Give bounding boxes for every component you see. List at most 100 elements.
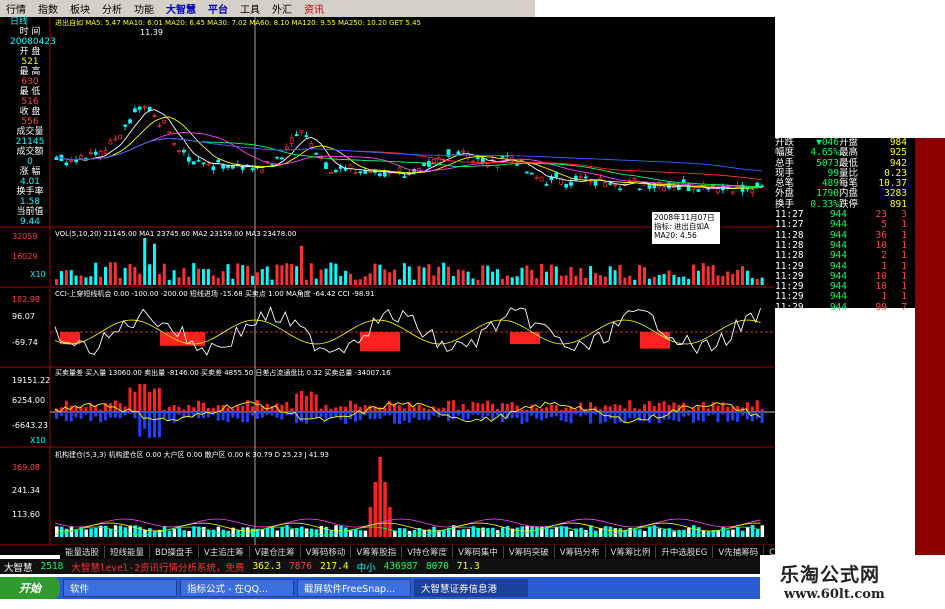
indicator-tab-1[interactable]: 短线能量 <box>105 546 151 558</box>
jg-bar <box>172 529 177 537</box>
jg-bar <box>515 527 520 537</box>
right-scroll-area[interactable] <box>915 138 945 558</box>
candle-body <box>378 173 382 177</box>
indicator-tab-0[interactable]: 能量选股 <box>60 546 106 558</box>
candle-body <box>422 162 426 166</box>
jg-bar <box>300 526 304 537</box>
indicator-tab-7[interactable]: V持仓筹度 <box>402 546 454 558</box>
sell-bar <box>383 412 387 416</box>
taskbar-task-3[interactable]: 大智慧证券信息港 <box>414 579 528 597</box>
chart-svg: 11.39进出自如 MA5: 5.47 MA10: 6.01 MA20: 6.4… <box>0 17 775 546</box>
indicator-tab-4[interactable]: V建仓庄筹 <box>250 546 301 558</box>
menu-item-9[interactable]: 资讯 <box>298 1 330 16</box>
jg-bar <box>89 528 93 537</box>
menu-item-1[interactable]: 指数 <box>32 1 64 16</box>
menu-item-4[interactable]: 功能 <box>128 1 160 16</box>
buy-bar <box>290 408 294 412</box>
jg-bar <box>148 528 152 537</box>
indicator-tab-12[interactable]: 升中选股EG <box>656 546 714 558</box>
sell-bar <box>731 412 735 421</box>
volume-bar <box>143 237 147 285</box>
sell-bar <box>226 412 230 423</box>
menu-item-2[interactable]: 板块 <box>64 1 96 16</box>
candle-body <box>578 175 583 178</box>
candle-body <box>681 179 686 183</box>
sell-bar <box>456 412 460 416</box>
jg-bar <box>643 530 647 537</box>
sell-bar <box>221 412 225 421</box>
taskbar-task-2[interactable]: 截屏软件FreeSnap... <box>297 579 411 597</box>
jg-bar <box>442 530 446 537</box>
candle-body <box>162 119 167 124</box>
sell-bar <box>687 412 691 416</box>
sell-bar <box>574 412 578 415</box>
buy-bar <box>324 404 328 412</box>
start-button[interactable]: 开始 <box>0 577 60 599</box>
period-label: 日线 <box>10 17 29 27</box>
volume-bar <box>339 276 343 285</box>
sell-bar <box>260 412 264 418</box>
jg-bar <box>525 526 529 537</box>
menu-item-3[interactable]: 分析 <box>96 1 128 16</box>
indicator-tab-8[interactable]: V筹码集中 <box>453 546 504 558</box>
sell-bar <box>255 412 259 419</box>
indicator-tab-3[interactable]: V主追庄筹 <box>199 546 250 558</box>
taskbar-task-0[interactable]: 软件 <box>63 579 177 597</box>
sell-bar <box>579 412 583 417</box>
menu-item-7[interactable]: 工具 <box>234 1 266 16</box>
buy-bar <box>182 409 186 412</box>
indicator-tab-5[interactable]: V筹码移动 <box>301 546 352 558</box>
candle-body <box>525 171 529 174</box>
volume-bar <box>202 269 205 285</box>
indicator-tab-9[interactable]: V筹码突破 <box>504 546 555 558</box>
candle-body <box>632 177 637 181</box>
volume-bar <box>113 262 117 285</box>
volume-bar <box>69 270 73 285</box>
menu-item-8[interactable]: 外汇 <box>266 1 298 16</box>
indicator-tab-13[interactable]: V先捕筹码 <box>713 546 765 558</box>
volume-bar <box>157 274 161 285</box>
taskbar-task-1[interactable]: 指标公式 - 在QQ... <box>180 579 294 597</box>
sell-bar <box>726 412 730 422</box>
volume-bar <box>89 276 93 285</box>
candle-body <box>226 165 230 168</box>
volume-bar <box>260 269 264 285</box>
volume-bar <box>295 266 299 285</box>
volume-bar <box>525 265 529 285</box>
buy-bar <box>314 394 318 412</box>
jg-bar <box>696 527 701 537</box>
sell-bar <box>251 412 254 416</box>
jg-bar <box>481 527 485 537</box>
jg-bar <box>329 530 333 537</box>
buy-bar <box>153 388 156 412</box>
candle-body <box>79 155 83 159</box>
candle-body <box>157 125 162 128</box>
volume-bar <box>549 264 553 285</box>
indicator-tab-10[interactable]: V筹码分布 <box>555 546 606 558</box>
menu-item-6[interactable]: 平台 <box>202 1 234 16</box>
sell-bar <box>143 412 147 429</box>
buy-bar <box>613 404 617 412</box>
buy-bar <box>549 404 553 412</box>
menu-item-5[interactable]: 大智慧 <box>160 1 202 16</box>
site-watermark: 乐淘公式网 www.60lt.com <box>760 555 945 609</box>
jg-bar <box>589 525 593 537</box>
menu-item-0[interactable]: 行情 <box>0 1 32 16</box>
jg-bar <box>59 526 64 537</box>
jg-legend: 机构建仓(5,3,3) 机构建仓区 0.00 大户区 0.00 散户区 0.00… <box>55 450 329 459</box>
volume-bar <box>579 268 583 285</box>
chart-area: 11.39 进出自如 MA5: 5.47 MA10: 6.01 MA20: 6.4… <box>0 17 775 555</box>
info-cell-16: 换手率 <box>16 187 44 197</box>
indicator-tab-11[interactable]: V筹筹比例 <box>606 546 657 558</box>
candle-body <box>177 150 181 152</box>
jg-bar <box>608 526 613 537</box>
indicator-tab-6[interactable]: V筹筹股指 <box>351 546 403 558</box>
buy-bar <box>192 407 196 412</box>
status-bar: 大智慧 2518 大智慧level-2资讯行情分析系统，免费 362.3 7876 217… <box>0 559 760 574</box>
volume-bar <box>598 275 602 285</box>
indicator-tab-2[interactable]: BD操盘手 <box>150 546 199 558</box>
candle-body <box>113 138 118 141</box>
volume-bar <box>94 262 98 285</box>
volume-bar <box>451 276 455 285</box>
ma-line-5 <box>56 109 763 190</box>
